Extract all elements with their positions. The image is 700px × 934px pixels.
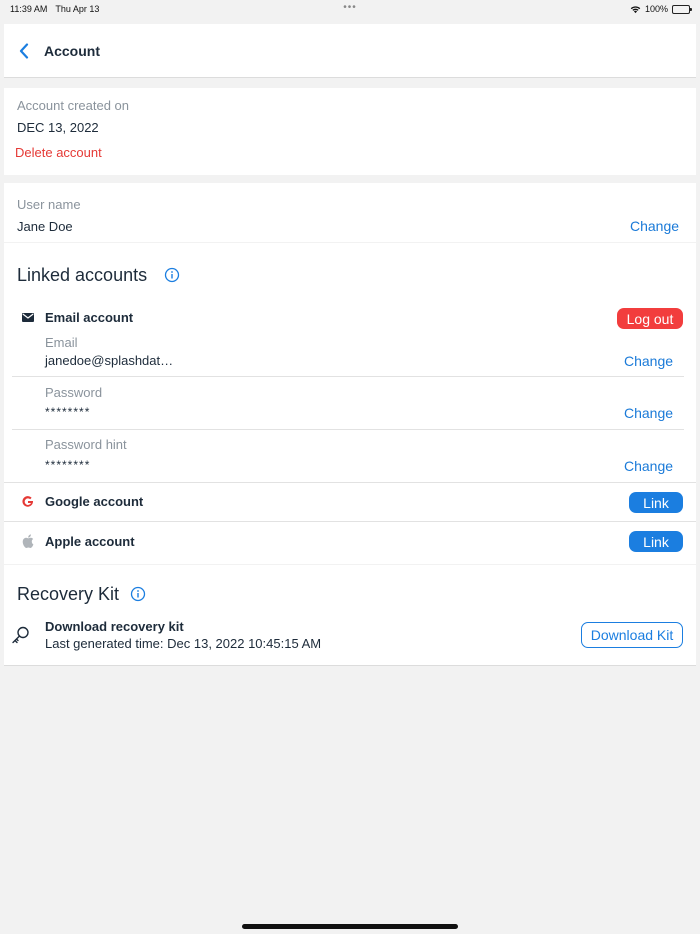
linked-accounts-title: Linked accounts <box>17 265 148 285</box>
download-kit-label: Download Kit <box>590 627 674 643</box>
home-indicator <box>242 924 458 929</box>
multitasking-dots-icon[interactable]: ••• <box>0 2 700 13</box>
apple-icon <box>22 534 34 548</box>
change-password-hint-button[interactable]: Change <box>624 458 673 474</box>
password-hint-label: Password hint <box>45 437 127 452</box>
linked-accounts-card <box>4 243 696 564</box>
email-value: janedoe@splashdat… <box>45 353 174 368</box>
email-label: Email <box>45 335 78 350</box>
divider <box>12 429 684 430</box>
user-name-value: Jane Doe <box>17 219 73 234</box>
password-hint-value: ******** <box>45 458 91 472</box>
chevron-left-icon <box>19 42 29 59</box>
navigation-bar: Account <box>4 24 696 78</box>
user-name-card <box>4 183 696 242</box>
back-button[interactable] <box>4 24 44 78</box>
password-value: ******** <box>45 405 91 419</box>
password-label: Password <box>45 385 103 400</box>
info-icon[interactable] <box>164 267 180 283</box>
change-email-button[interactable]: Change <box>624 353 673 369</box>
account-created-value: DEC 13, 2022 <box>17 120 99 135</box>
log-out-label: Log out <box>626 310 674 327</box>
account-created-label: Account created on <box>17 98 130 113</box>
change-user-name-button[interactable]: Change <box>630 218 679 234</box>
battery-icon <box>672 4 692 14</box>
last-generated-time: Last generated time: Dec 13, 2022 10:45:… <box>45 636 322 651</box>
recovery-kit-title: Recovery Kit <box>17 584 120 604</box>
google-account-title: Google account <box>45 494 144 509</box>
user-name-label: User name <box>17 197 81 212</box>
delete-account-button[interactable]: Delete account <box>15 145 102 160</box>
page-title: Account <box>44 42 100 59</box>
link-apple-button[interactable]: Link <box>629 531 683 552</box>
divider <box>4 482 696 483</box>
divider <box>12 376 684 377</box>
envelope-icon <box>22 313 34 322</box>
status-bar: 11:39 AM Thu Apr 13 ••• 100% <box>0 0 700 18</box>
download-kit-button[interactable]: Download Kit <box>581 622 683 648</box>
email-account-title: Email account <box>45 310 134 325</box>
link-google-button[interactable]: Link <box>629 492 683 513</box>
log-out-button[interactable]: Log out <box>617 308 683 329</box>
link-google-label: Link <box>643 494 669 511</box>
download-recovery-kit-title: Download recovery kit <box>45 619 184 634</box>
google-icon <box>22 496 33 507</box>
info-icon[interactable] <box>130 586 146 602</box>
recovery-key-icon <box>12 626 29 644</box>
apple-account-title: Apple account <box>45 534 135 549</box>
divider <box>4 521 696 522</box>
link-apple-label: Link <box>643 533 669 550</box>
change-password-button[interactable]: Change <box>624 405 673 421</box>
